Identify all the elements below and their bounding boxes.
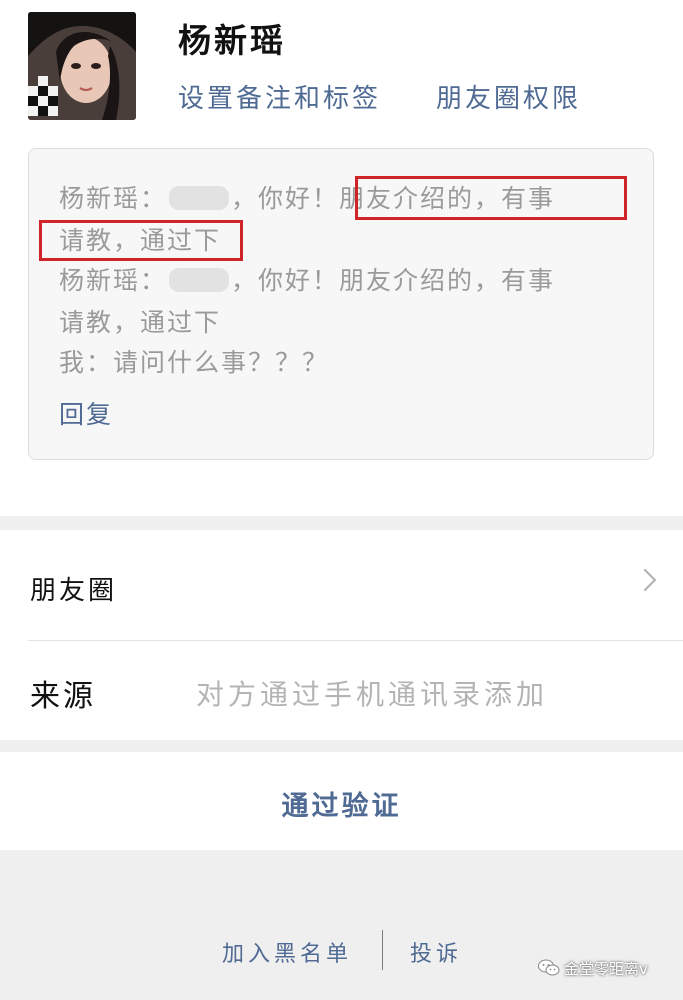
blurred-name (169, 186, 230, 210)
avatar[interactable] (28, 12, 136, 120)
message-line: 我：请问什么事？？？ (59, 348, 330, 377)
source-label: 来源 (30, 679, 96, 714)
highlight-box (39, 220, 243, 261)
message-line: 杨新瑶： ，你好！朋友介绍的，有事 (59, 261, 555, 297)
verify-section: 通过验证 (0, 752, 683, 850)
wechat-icon (538, 959, 560, 981)
add-to-blacklist-button[interactable]: 加入黑名单 (222, 936, 352, 968)
set-remark-tags-link[interactable]: 设置备注和标签 (178, 78, 381, 115)
complain-button[interactable]: 投诉 (410, 936, 462, 968)
highlight-box (355, 176, 627, 220)
chevron-right-icon (633, 568, 657, 592)
source-value: 对方通过手机通讯录添加 (196, 678, 549, 711)
verification-messages: 杨新瑶： ，你好！朋友介绍的，有事 请教，通过下 杨新瑶： ，你好！朋友介绍的，有事… (28, 148, 654, 460)
section-gap (0, 516, 683, 530)
moments-label: 朋友圈 (30, 576, 118, 606)
watermark: 金堂零距离v (538, 958, 648, 981)
message-sender: 杨新瑶： (59, 266, 168, 295)
contact-name: 杨新瑶 (178, 21, 286, 60)
avatar-image (28, 12, 136, 120)
profile-header: 杨新瑶 设置备注和标签 朋友圈权限 (0, 0, 683, 140)
moments-row[interactable]: 朋友圈 (0, 530, 683, 640)
message-sender: 杨新瑶： (59, 184, 168, 213)
separator (382, 930, 383, 970)
moments-permission-link[interactable]: 朋友圈权限 (436, 78, 581, 115)
message-greeting: ，你好！ (231, 184, 340, 213)
blurred-name (169, 268, 230, 292)
section-gap (0, 740, 683, 752)
message-line: 请教，通过下 (59, 308, 222, 337)
watermark-text: 金堂零距离v (564, 960, 648, 978)
message-text: ，你好！朋友介绍的，有事 (231, 266, 556, 295)
source-row: 来源 对方通过手机通讯录添加 (0, 641, 683, 740)
accept-verification-button[interactable]: 通过验证 (0, 784, 683, 823)
reply-link[interactable]: 回复 (59, 395, 113, 431)
